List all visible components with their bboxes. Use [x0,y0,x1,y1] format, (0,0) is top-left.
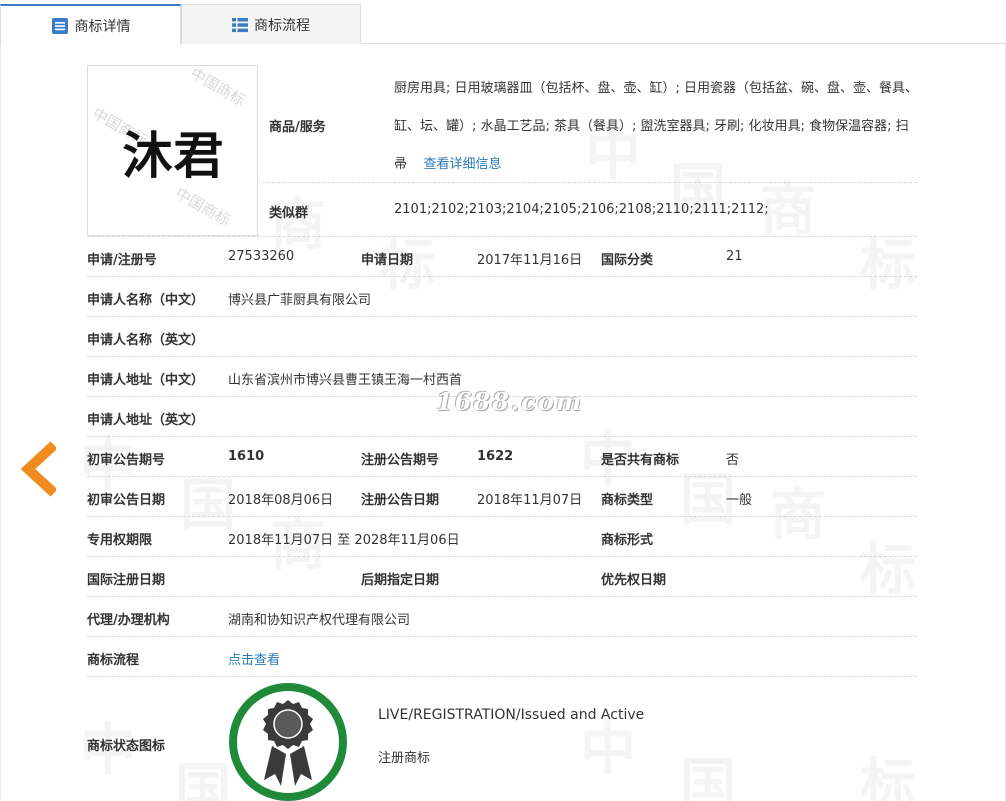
trademark-type-value: 一般 [726,493,753,508]
divider [87,596,917,597]
divider [87,316,917,317]
status-icon-label: 商标状态图标 [87,739,166,754]
reg-no-value: 27533260 [228,249,295,264]
agent-value: 湖南和协知识产权代理有限公司 [228,613,411,628]
term-label: 专用权期限 [87,533,153,548]
divider [87,236,917,237]
apply-date-label: 申请日期 [361,253,414,268]
prelim-date-label: 初审公告日期 [87,493,166,508]
applicant-cn-value: 博兴县广菲厨具有限公司 [228,293,372,308]
divider [262,182,917,183]
divider [87,276,917,277]
address-en-label: 申请人地址（英文） [87,413,205,428]
reg-notice-no-label: 注册公告期号 [361,453,440,468]
reg-notice-no-value: 1622 [477,449,514,464]
apply-date-value: 2017年11月16日 [477,253,583,268]
divider [87,556,917,557]
divider [87,676,917,677]
registered-status-icon [228,682,348,801]
prelim-no-value: 1610 [228,449,265,464]
address-cn-value: 山东省滨州市博兴县曹王镇王海一村西首 [228,373,463,388]
document-list-icon [51,17,69,35]
address-cn-label: 申请人地址（中文） [87,373,205,388]
divider [87,476,917,477]
previous-arrow-icon[interactable] [20,441,58,497]
divider [87,516,917,517]
list-icon [232,17,248,33]
applicant-en-label: 申请人名称（英文） [87,333,205,348]
divider [87,356,917,357]
divider [87,636,917,637]
view-details-link[interactable]: 查看详细信息 [424,157,502,172]
tab-bar: 商标详情 商标流程 [0,0,1006,45]
flow-label: 商标流程 [87,653,140,668]
divider [87,436,917,437]
intl-reg-date-label: 国际注册日期 [87,573,166,588]
similar-group-label: 类似群 [269,206,309,221]
shared-value: 否 [726,453,740,468]
status-chinese: 注册商标 [378,751,431,766]
reg-no-label: 申请/注册号 [87,253,157,268]
intl-class-value: 21 [726,249,743,264]
similar-group-value: 2101;2102;2103;2104;2105;2106;2108;2110;… [394,202,769,217]
term-value: 2018年11月07日 至 2028年11月06日 [228,533,460,548]
trademark-type-label: 商标类型 [601,493,654,508]
shared-label: 是否共有商标 [601,453,680,468]
tab-label: 商标详情 [74,18,131,35]
reg-notice-date-value: 2018年11月07日 [477,493,583,508]
site-watermark: 1688.com [436,387,584,416]
status-english: LIVE/REGISTRATION/Issued and Active [378,707,645,723]
tab-trademark-flow[interactable]: 商标流程 [181,4,361,44]
view-flow-link[interactable]: 点击查看 [228,649,280,668]
applicant-cn-label: 申请人名称（中文） [87,293,205,308]
goods-services-label: 商品/服务 [269,120,326,135]
trademark-image: 中国商标 中国商标 中国商标 沐君 [87,65,258,236]
intl-class-label: 国际分类 [601,253,654,268]
agent-label: 代理/办理机构 [87,613,170,628]
prelim-no-label: 初审公告期号 [87,453,166,468]
priority-date-label: 优先权日期 [601,573,667,588]
trademark-logo-text: 沐君 [122,125,225,185]
tab-trademark-detail[interactable]: 商标详情 [0,4,181,45]
trademark-form-label: 商标形式 [601,533,654,548]
goods-services-value: 厨房用具; 日用玻璃器皿（包括杯、盘、壶、缸）; 日用瓷器（包括盆、碗、盘、壶、… [394,70,919,184]
later-date-label: 后期指定日期 [361,573,440,588]
prelim-date-value: 2018年08月06日 [228,493,334,508]
reg-notice-date-label: 注册公告日期 [361,493,440,508]
tab-label: 商标流程 [254,17,310,34]
